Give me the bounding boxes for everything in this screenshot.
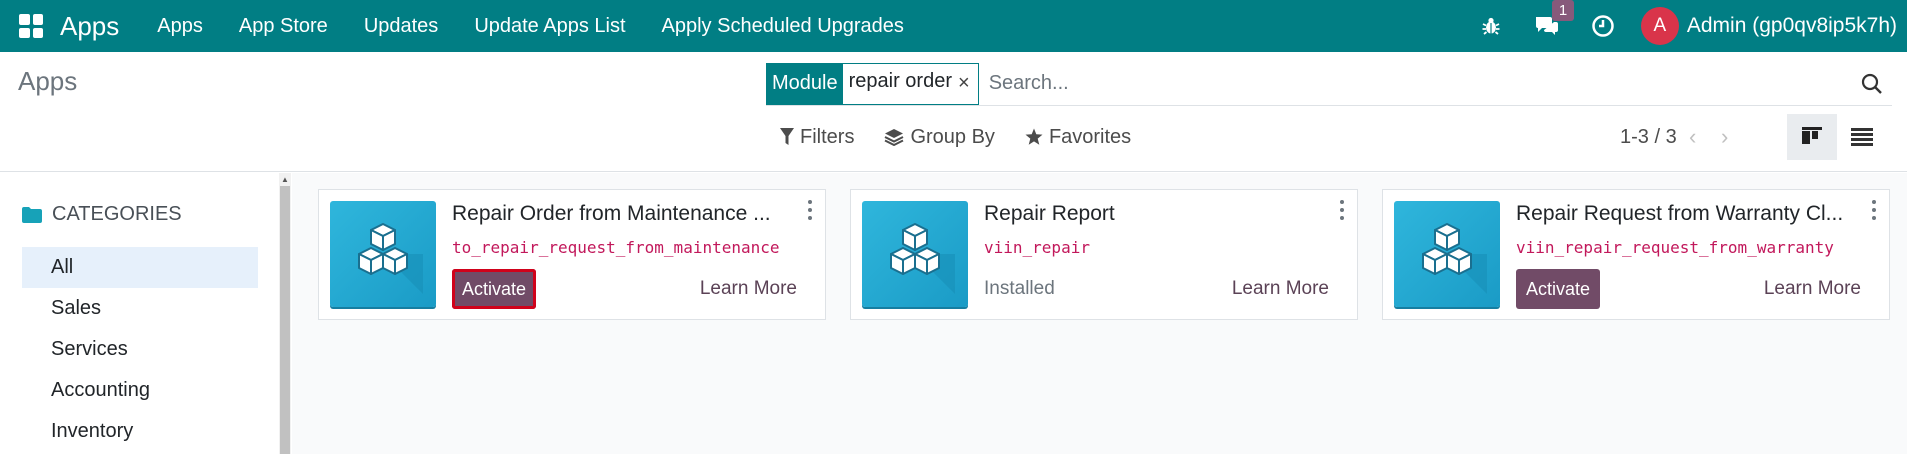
facet-label: Module xyxy=(767,63,843,104)
pager-next-icon[interactable]: › xyxy=(1709,124,1741,150)
search-facet: Module repair order × xyxy=(766,62,979,105)
pager-value[interactable]: 1-3 / 3 xyxy=(1620,126,1677,149)
list-view-icon[interactable] xyxy=(1837,114,1887,160)
layers-icon xyxy=(885,129,904,146)
learn-more-link[interactable]: Learn More xyxy=(700,278,797,300)
group-by-button[interactable]: Group By xyxy=(884,125,995,149)
category-item-sales[interactable]: Sales xyxy=(22,288,258,329)
user-name: Admin (gp0qv8ip5k7h) xyxy=(1686,14,1897,37)
module-technical-name: viin_repair xyxy=(984,238,1090,257)
module-title: Repair Request from Warranty Cl... xyxy=(1516,202,1844,225)
top-navbar: Apps Apps App Store Updates Update Apps … xyxy=(0,0,1907,52)
module-icon xyxy=(1394,201,1500,307)
module-icon xyxy=(862,201,968,307)
star-icon xyxy=(1025,128,1043,145)
search-options: Filters Group By Favorites xyxy=(780,118,1161,156)
scroll-up-icon[interactable]: ▲ xyxy=(280,175,290,185)
kebab-menu-icon[interactable] xyxy=(1337,200,1347,220)
filters-button[interactable]: Filters xyxy=(780,126,854,149)
app-brand[interactable]: Apps xyxy=(60,11,119,42)
bug-icon[interactable] xyxy=(1463,0,1519,52)
search-input[interactable] xyxy=(988,72,1852,95)
module-title: Repair Report xyxy=(984,202,1115,225)
folder-icon xyxy=(22,206,42,223)
funnel-icon xyxy=(780,128,794,145)
facet-remove-icon[interactable]: × xyxy=(958,64,978,104)
clock-icon[interactable] xyxy=(1575,0,1631,52)
menu-updates[interactable]: Updates xyxy=(346,15,457,38)
menu-app-store[interactable]: App Store xyxy=(221,15,346,38)
menu-apps[interactable]: Apps xyxy=(139,15,221,38)
module-technical-name: to_repair_request_from_maintenance xyxy=(452,238,780,257)
search-bar: Module repair order × xyxy=(766,62,1892,106)
category-item-accounting[interactable]: Accounting xyxy=(22,370,258,411)
search-icon[interactable] xyxy=(1852,73,1892,95)
control-panel: Apps Module repair order × Filters Group… xyxy=(0,52,1907,172)
category-item-all[interactable]: All xyxy=(22,247,258,288)
favorites-button[interactable]: Favorites xyxy=(1025,126,1131,149)
kebab-menu-icon[interactable] xyxy=(805,200,815,220)
categories-header: CATEGORIES xyxy=(22,203,182,226)
pager-previous-icon[interactable]: ‹ xyxy=(1677,124,1709,150)
category-item-services[interactable]: Services xyxy=(22,329,258,370)
learn-more-link[interactable]: Learn More xyxy=(1764,278,1861,300)
user-menu[interactable]: A Admin (gp0qv8ip5k7h) xyxy=(1640,7,1897,45)
view-switcher xyxy=(1787,114,1887,160)
group-by-label: Group By xyxy=(910,125,995,148)
facet-value: repair order xyxy=(848,69,952,92)
learn-more-link[interactable]: Learn More xyxy=(1232,278,1329,300)
menu-update-apps-list[interactable]: Update Apps List xyxy=(456,15,643,38)
pager: 1-3 / 3 ‹ › xyxy=(1620,118,1741,156)
module-technical-name: viin_repair_request_from_warranty xyxy=(1516,238,1834,257)
messages-badge: 1 xyxy=(1551,0,1575,21)
apps-grid-icon[interactable] xyxy=(16,11,46,41)
module-title: Repair Order from Maintenance ... xyxy=(452,202,771,225)
breadcrumb: Apps xyxy=(18,66,78,96)
kebab-menu-icon[interactable] xyxy=(1869,200,1879,220)
kanban-view-icon[interactable] xyxy=(1787,114,1837,160)
filters-label: Filters xyxy=(800,125,855,148)
category-sidebar: CATEGORIES All Sales Services Accounting… xyxy=(0,173,280,454)
category-item-inventory[interactable]: Inventory xyxy=(22,411,258,452)
chat-icon[interactable]: 1 xyxy=(1519,0,1575,52)
categories-header-label: CATEGORIES xyxy=(52,203,182,225)
activate-button[interactable]: Activate xyxy=(1516,269,1601,309)
category-list: All Sales Services Accounting Inventory xyxy=(22,247,258,452)
favorites-label: Favorites xyxy=(1048,125,1132,148)
avatar: A xyxy=(1640,7,1679,45)
activate-button[interactable]: Activate xyxy=(452,269,537,309)
menu-apply-scheduled-upgrades[interactable]: Apply Scheduled Upgrades xyxy=(644,15,922,38)
app-card[interactable]: Repair Order from Maintenance ... to_rep… xyxy=(318,189,826,320)
kanban-area: Repair Order from Maintenance ... to_rep… xyxy=(292,173,1907,454)
app-card[interactable]: Repair Report viin_repair Installed Lear… xyxy=(850,189,1358,320)
app-card[interactable]: Repair Request from Warranty Cl... viin_… xyxy=(1382,189,1890,320)
module-icon xyxy=(330,201,436,307)
installed-status: Installed xyxy=(984,278,1055,299)
scrollbar-thumb[interactable] xyxy=(280,186,290,454)
